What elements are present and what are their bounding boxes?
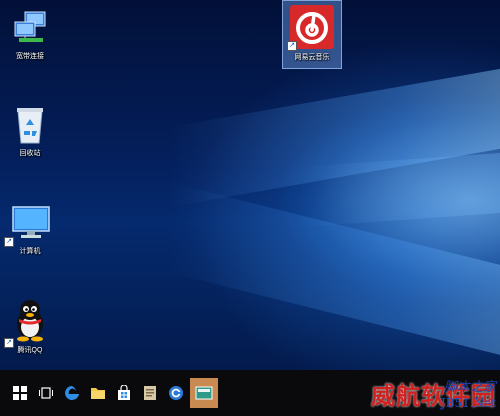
file-explorer-button[interactable] <box>86 381 110 405</box>
shortcut-arrow-icon: ↗ <box>287 41 297 51</box>
active-app-button[interactable] <box>190 378 218 408</box>
browser-button[interactable] <box>164 381 188 405</box>
light-beam-upper <box>170 52 500 208</box>
store-bag-icon <box>118 385 130 400</box>
watermark-site-top: 脚本之家 <box>443 380 496 395</box>
recycle-bin-icon <box>17 108 43 144</box>
desktop-icon-broadband[interactable]: 宽带连接 <box>0 10 60 61</box>
desktop-icon-computer[interactable]: ↗ 计算机 <box>0 205 60 256</box>
shortcut-arrow-icon: ↗ <box>4 338 14 348</box>
windows-logo-icon <box>13 386 27 400</box>
start-button[interactable] <box>8 381 32 405</box>
document-app-icon <box>144 386 156 400</box>
folder-icon <box>91 388 105 399</box>
edge-browser-icon <box>65 386 79 400</box>
network-computers-icon <box>14 11 46 42</box>
desktop-background: 宽带连接 回收站 ↗ 计算机 ↗ 腾讯QQ ↗ 网易云音乐 <box>0 0 500 370</box>
qq-penguin-icon <box>17 300 43 342</box>
light-beam-lower <box>170 182 500 370</box>
browser-e-icon <box>169 386 183 400</box>
light-beam-middle <box>300 153 500 227</box>
store-button[interactable] <box>112 381 136 405</box>
watermark-site-bottom: JB51.Net <box>440 396 496 410</box>
shortcut-arrow-icon: ↗ <box>4 237 14 247</box>
icon-label: 宽带连接 <box>16 53 44 60</box>
watermark: 威航软件园 脚本之家 JB51.Net <box>371 376 496 411</box>
edge-button[interactable] <box>60 381 84 405</box>
task-view-button[interactable] <box>34 381 58 405</box>
icon-label: 计算机 <box>19 248 41 255</box>
desktop-icon-netease-music[interactable]: ↗ 网易云音乐 <box>282 0 342 69</box>
icon-label: 回收站 <box>19 150 41 157</box>
task-view-icon <box>39 387 53 399</box>
desktop-icon-recycle-bin[interactable]: 回收站 <box>0 105 60 158</box>
desktop-icon-qq[interactable]: ↗ 腾讯QQ <box>0 298 60 355</box>
app-window-icon <box>195 386 213 400</box>
app-button[interactable] <box>138 381 162 405</box>
icon-label: 网易云音乐 <box>294 54 330 61</box>
